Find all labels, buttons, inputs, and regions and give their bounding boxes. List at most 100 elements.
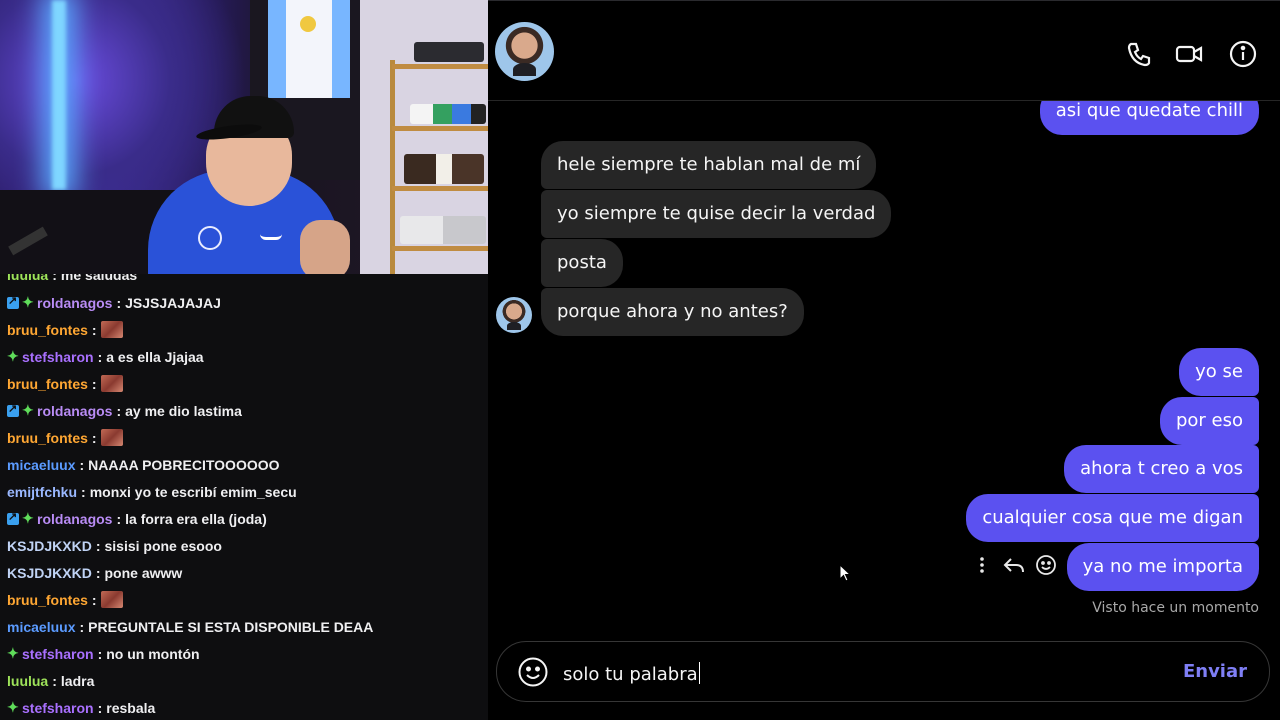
chat-message: stefsharon:no un montón	[0, 640, 488, 667]
prime-badge-icon[interactable]	[7, 510, 19, 525]
chat-username[interactable]: KSJDJKXKD	[7, 538, 92, 554]
jersey-crest	[198, 226, 222, 250]
direct-message-window: asi que quedate chill hele siempre te ha…	[488, 0, 1280, 720]
chat-message: luulua: me saludas	[0, 274, 488, 289]
caps-on-shelf	[410, 104, 486, 124]
chat-separator: :	[79, 456, 85, 473]
reply-icon[interactable]	[1002, 553, 1026, 577]
chat-username[interactable]: roldanagos	[37, 295, 112, 311]
streamer-arm	[300, 220, 350, 274]
sparkle-badge-icon[interactable]	[22, 402, 34, 419]
video-icon[interactable]	[1174, 39, 1204, 69]
prime-badge-icon[interactable]	[7, 294, 19, 309]
chat-text: ay me dio lastima	[125, 402, 242, 419]
chat-username[interactable]: bruu_fontes	[7, 322, 88, 338]
sparkle-badge-icon[interactable]	[22, 510, 34, 527]
chat-separator: :	[91, 591, 97, 608]
chat-username[interactable]: stefsharon	[22, 646, 94, 662]
shelf-post	[390, 60, 395, 274]
sparkle-badge-icon[interactable]	[7, 348, 19, 365]
outgoing-message[interactable]: cualquier cosa que me digan	[966, 494, 1259, 542]
send-button[interactable]: Enviar	[1183, 661, 1247, 682]
chat-username[interactable]: stefsharon	[22, 349, 94, 365]
contact-avatar[interactable]	[495, 22, 554, 81]
chat-emote-icon[interactable]	[100, 321, 123, 338]
more-options-icon[interactable]	[972, 553, 996, 577]
chat-username[interactable]: bruu_fontes	[7, 376, 88, 392]
phone-icon[interactable]	[1124, 39, 1154, 69]
chat-separator: :	[97, 699, 103, 716]
chat-text: resbala	[106, 699, 156, 716]
chat-emote-icon[interactable]	[100, 375, 123, 392]
chat-username[interactable]: roldanagos	[37, 403, 112, 419]
sneakers-on-shelf	[400, 216, 486, 244]
outgoing-message[interactable]: yo se	[1179, 348, 1259, 396]
shelf	[392, 126, 488, 131]
sparkle-badge-icon[interactable]	[7, 645, 19, 662]
chat-separator: :	[97, 348, 103, 365]
message-thread[interactable]: asi que quedate chill hele siempre te ha…	[488, 87, 1280, 641]
chat-text: no un montón	[106, 645, 200, 662]
react-emoji-icon[interactable]	[1034, 553, 1058, 577]
mouse-cursor	[839, 563, 852, 582]
chat-separator: :	[91, 429, 97, 446]
sparkle-badge-icon[interactable]	[7, 699, 19, 716]
chat-message: KSJDJKXKD: pone awww	[0, 559, 488, 586]
webcam-feed	[0, 0, 488, 274]
chat-message: stefsharon:a es ella Jjajaa	[0, 343, 488, 370]
chat-separator: :	[52, 672, 57, 689]
outgoing-message[interactable]: ya no me importa	[1066, 543, 1259, 591]
chat-separator: :	[116, 402, 122, 419]
seen-status: Visto hace un momento	[1092, 600, 1259, 616]
text-caret	[698, 662, 700, 684]
chat-username[interactable]: micaeluux	[7, 457, 75, 473]
prime-badge-icon[interactable]	[7, 402, 19, 417]
chat-text: sisisi pone esooo	[104, 537, 222, 554]
chat-separator: :	[95, 564, 101, 581]
chat-message: bruu_fontes:	[0, 370, 488, 397]
chat-message: stefsharon:resbala	[0, 694, 488, 720]
stream-chat[interactable]: luulua:me saludasroldanagos:JSJSJAJAJAJb…	[0, 274, 488, 720]
chat-text: a es ella Jjajaa	[106, 348, 204, 365]
message-input[interactable]: solo tu palabra	[563, 662, 700, 685]
incoming-message[interactable]: hele siempre te hablan mal de mí	[541, 141, 877, 189]
chat-username[interactable]: emijtfchku	[7, 484, 77, 500]
chat-separator: :	[116, 294, 122, 311]
incoming-message[interactable]: porque ahora y no antes?	[541, 288, 804, 336]
incoming-message[interactable]: yo siempre te quise decir la verdad	[541, 190, 892, 238]
chat-text: me saludas	[60, 274, 138, 283]
outgoing-message[interactable]: por eso	[1159, 397, 1259, 445]
chat-text: JSJSJAJAJAJ	[125, 294, 221, 311]
outgoing-message[interactable]: ahora t creo a vos	[1064, 445, 1259, 493]
chat-message: roldanagos:ay me dio lastima	[0, 397, 488, 424]
shelf	[392, 64, 488, 69]
chat-emote-icon[interactable]	[100, 429, 123, 446]
chat-separator: :	[97, 645, 103, 662]
chat-username[interactable]: luulua	[7, 673, 48, 689]
chat-username[interactable]: KSJDJKXKD	[7, 565, 92, 581]
message-composer[interactable]: solo tu palabra Enviar	[496, 641, 1270, 702]
sender-avatar[interactable]	[496, 297, 532, 333]
chat-username[interactable]: stefsharon	[22, 700, 94, 716]
chat-text: la forra era ella (joda)	[125, 510, 267, 527]
chat-message: bruu_fontes:	[0, 424, 488, 451]
incoming-message[interactable]: posta	[541, 239, 623, 287]
chat-username[interactable]: micaeluux	[7, 619, 75, 635]
chat-text: NAAAA POBRECITOOOOOO	[88, 456, 280, 473]
chat-separator: :	[91, 321, 97, 338]
chat-username[interactable]: luulua	[7, 274, 48, 283]
flag-sun	[300, 16, 316, 32]
chat-username[interactable]: bruu_fontes	[7, 430, 88, 446]
boxes-on-shelf	[404, 154, 484, 184]
chat-message: KSJDJKXKD: sisisi pone esooo	[0, 532, 488, 559]
shelf	[392, 246, 488, 251]
chat-username[interactable]: roldanagos	[37, 511, 112, 527]
jersey-logo	[260, 234, 282, 240]
chat-message: luulua: ladra	[0, 667, 488, 694]
emoji-picker-icon[interactable]	[517, 656, 549, 688]
info-icon[interactable]	[1228, 39, 1258, 69]
chat-message: micaeluux: NAAAA POBRECITOOOOOO	[0, 451, 488, 478]
chat-emote-icon[interactable]	[100, 591, 123, 608]
chat-username[interactable]: bruu_fontes	[7, 592, 88, 608]
sparkle-badge-icon[interactable]	[22, 294, 34, 311]
